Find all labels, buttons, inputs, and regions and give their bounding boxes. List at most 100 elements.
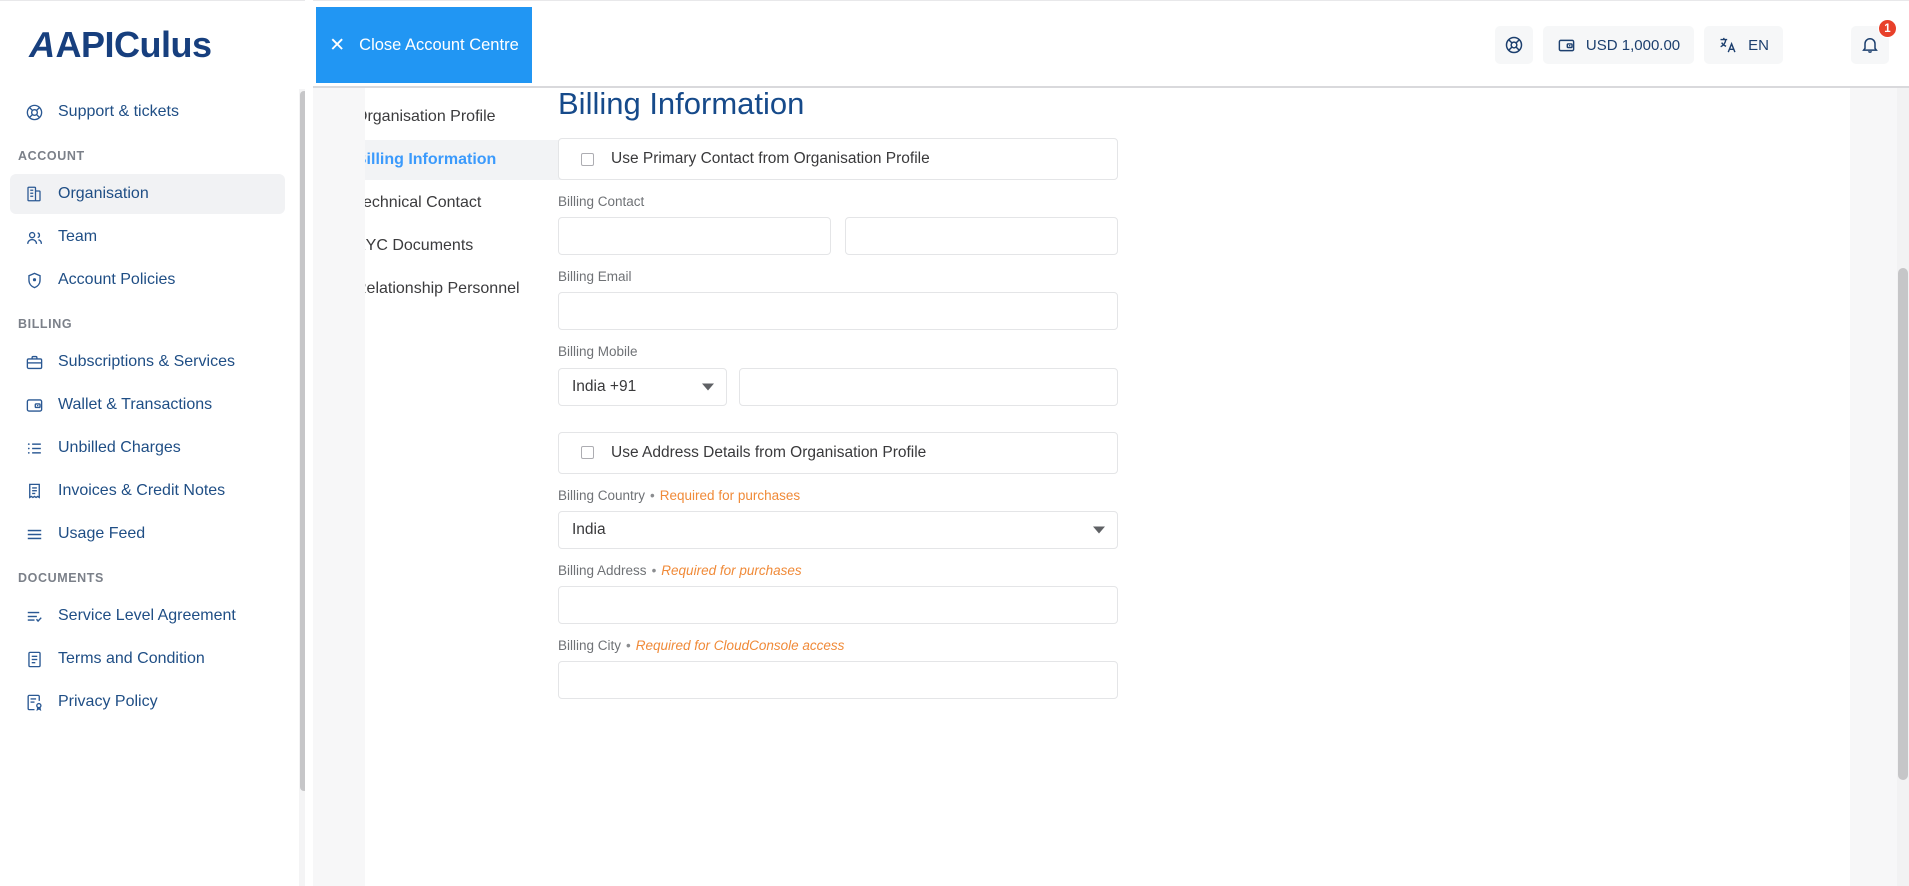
billing-address-input[interactable] xyxy=(558,585,1118,624)
sidebar-item-label: Invoices & Credit Notes xyxy=(58,482,226,499)
sidebar-item-unbilled-charges[interactable]: Unbilled Charges xyxy=(10,428,285,468)
label-separator: • xyxy=(650,487,655,503)
top-header: ✕ Close Account Centre USD 1,000.00 EN 1 xyxy=(313,0,1909,88)
sidebar-nav: Support & tickets ACCOUNT Organisation T… xyxy=(0,92,305,745)
lifebuoy-icon xyxy=(1504,35,1524,55)
list-icon xyxy=(24,438,44,458)
billing-city-label: Billing City • Required for CloudConsole a… xyxy=(558,638,1118,654)
billing-mobile-country-code-value: India +91 xyxy=(572,377,637,395)
sidebar-item-terms-and-condition[interactable]: Terms and Condition xyxy=(10,639,285,679)
billing-contact-row xyxy=(558,217,1118,256)
sidebar-item-organisation[interactable]: Organisation xyxy=(10,174,285,214)
billing-mobile-row: India +91 xyxy=(558,367,1118,406)
building-icon xyxy=(24,184,44,204)
sidebar-item-privacy-policy[interactable]: Privacy Policy xyxy=(10,682,285,722)
billing-contact-first-name-input[interactable] xyxy=(558,217,831,256)
brand-logo-text: AAPICulus xyxy=(25,24,212,65)
people-icon xyxy=(24,227,44,247)
subnav-item-label: KYC Documents xyxy=(365,237,474,254)
sidebar-item-label: Support & tickets xyxy=(58,103,179,120)
notification-badge: 1 xyxy=(1878,19,1897,38)
billing-country-required-hint: Required for purchases xyxy=(659,487,801,503)
notifications-button[interactable]: 1 xyxy=(1851,19,1897,64)
wallet-balance-amount: USD 1,000.00 xyxy=(1585,36,1681,54)
billing-address-label: Billing Address • Required for purchases xyxy=(558,563,1118,579)
billing-city-required-hint: Required for CloudConsole access xyxy=(635,637,845,653)
wallet-icon xyxy=(1557,36,1576,55)
sidebar-scrollbar-thumb[interactable] xyxy=(300,91,305,791)
content-panel: Organisation Profile Billing Information… xyxy=(365,88,1850,886)
billing-mobile-country-code-select[interactable]: India +91 xyxy=(558,367,727,406)
label-separator: • xyxy=(651,562,657,578)
briefcase-icon xyxy=(24,352,44,372)
billing-city-label-text: Billing City xyxy=(558,637,622,653)
close-icon: ✕ xyxy=(329,34,346,56)
subnav-item-label: Technical Contact xyxy=(365,194,482,211)
bell-icon xyxy=(1860,35,1880,55)
page-title: Billing Information xyxy=(558,88,805,121)
close-account-centre-label: Close Account Centre xyxy=(359,35,519,54)
wallet-icon xyxy=(24,395,44,415)
billing-mobile-number-input[interactable] xyxy=(739,367,1118,406)
language-value: EN xyxy=(1748,36,1769,54)
sidebar-item-service-level-agreement[interactable]: Service Level Agreement xyxy=(10,596,285,636)
use-primary-contact-row[interactable]: Use Primary Contact from Organisation Pr… xyxy=(558,138,1118,180)
billing-city-input[interactable] xyxy=(558,661,1118,700)
sidebar-item-wallet-transactions[interactable]: Wallet & Transactions xyxy=(10,385,285,425)
use-primary-contact-checkbox[interactable] xyxy=(581,152,594,166)
billing-country-label-text: Billing Country xyxy=(558,487,646,503)
sidebar-item-account-policies[interactable]: Account Policies xyxy=(10,260,285,300)
sidebar-item-subscriptions-services[interactable]: Subscriptions & Services xyxy=(10,342,285,382)
document-lock-icon xyxy=(24,692,44,712)
close-account-centre-button[interactable]: ✕ Close Account Centre xyxy=(316,7,532,83)
sidebar-group-documents: DOCUMENTS xyxy=(18,571,104,585)
sidebar-item-usage-feed[interactable]: Usage Feed xyxy=(10,514,285,554)
billing-email-input[interactable] xyxy=(558,292,1118,331)
billing-contact-last-name-input[interactable] xyxy=(845,217,1118,256)
billing-country-select[interactable]: India xyxy=(558,510,1118,549)
lifebuoy-icon xyxy=(24,102,44,122)
invoice-icon xyxy=(24,481,44,501)
shield-icon xyxy=(24,270,44,290)
sidebar-item-label: Usage Feed xyxy=(58,525,146,542)
page-scrollbar-thumb[interactable] xyxy=(1898,268,1908,780)
list-check-icon xyxy=(24,606,44,626)
billing-country-value: India xyxy=(572,520,606,538)
sidebar-item-invoices-credit-notes[interactable]: Invoices & Credit Notes xyxy=(10,471,285,511)
billing-address-required-hint: Required for purchases xyxy=(661,562,802,578)
help-button[interactable] xyxy=(1494,26,1533,64)
billing-country-label: Billing Country • Required for purchases xyxy=(558,488,1118,504)
sidebar-item-label: Wallet & Transactions xyxy=(58,396,213,413)
use-address-details-row[interactable]: Use Address Details from Organisation Pr… xyxy=(558,431,1118,474)
subnav-item-label: Billing Information xyxy=(365,151,497,168)
document-icon xyxy=(24,649,44,669)
wallet-balance-button[interactable]: USD 1,000.00 xyxy=(1542,26,1695,64)
sidebar-group-account: ACCOUNT xyxy=(18,149,85,163)
sidebar-item-label: Privacy Policy xyxy=(58,693,158,710)
sidebar-item-label: Terms and Condition xyxy=(58,650,205,667)
sidebar-item-label: Unbilled Charges xyxy=(58,439,181,456)
billing-information-form: Billing Information Use Primary Contact … xyxy=(558,88,1118,700)
sidebar-item-label: Subscriptions & Services xyxy=(58,353,235,370)
sidebar-group-billing: BILLING xyxy=(18,317,73,331)
translate-icon xyxy=(1718,35,1738,55)
use-address-details-label: Use Address Details from Organisation Pr… xyxy=(611,443,927,461)
label-separator: • xyxy=(626,637,631,653)
sidebar-item-label: Team xyxy=(58,228,98,245)
subnav-item-label: Relationship Personnel xyxy=(365,280,520,297)
sidebar-item-label: Service Level Agreement xyxy=(58,607,236,624)
header-actions: USD 1,000.00 EN 1 xyxy=(1494,1,1897,89)
billing-contact-label: Billing Contact xyxy=(558,194,645,209)
brand-logo[interactable]: AAPICulus xyxy=(0,1,305,89)
main-sidebar: AAPICulus Support & tickets ACCOUNT Orga… xyxy=(0,0,305,886)
lines-icon xyxy=(24,524,44,544)
billing-address-label-text: Billing Address xyxy=(558,562,647,578)
language-selector[interactable]: EN xyxy=(1704,26,1783,64)
sidebar-item-team[interactable]: Team xyxy=(10,217,285,257)
billing-email-label: Billing Email xyxy=(558,269,632,285)
sidebar-item-support-tickets[interactable]: Support & tickets xyxy=(10,92,285,132)
use-address-details-checkbox[interactable] xyxy=(581,446,594,460)
subnav-item-label: Organisation Profile xyxy=(365,108,496,125)
billing-mobile-label: Billing Mobile xyxy=(558,344,638,360)
sidebar-item-label: Account Policies xyxy=(58,271,176,288)
